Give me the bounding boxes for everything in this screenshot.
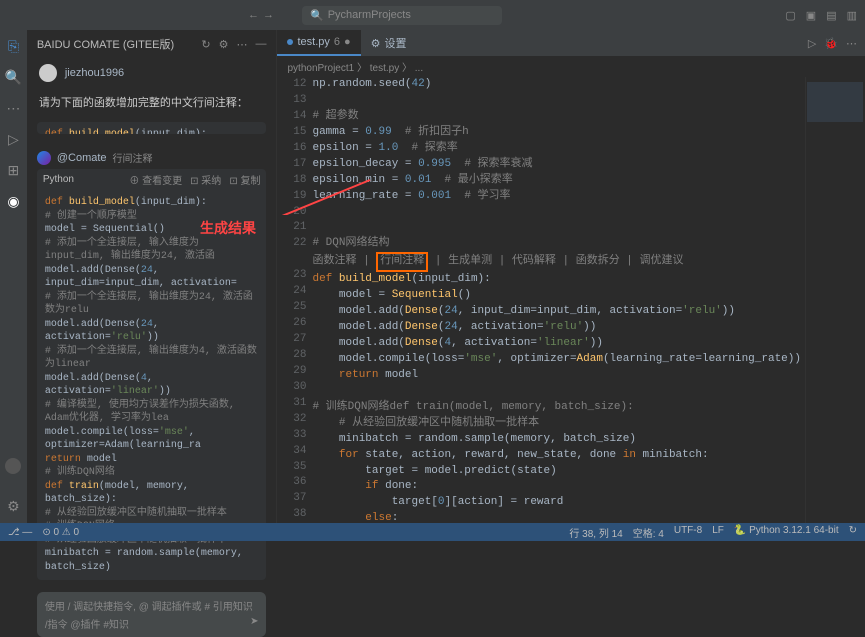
generated-code: def build_model(input_dim): # 创建一个顺序模型 m… — [37, 190, 267, 580]
nav-back-icon[interactable]: ← — [248, 9, 259, 21]
comate-action-tag: 行间注释 — [113, 150, 153, 165]
chat-tags: /指令 @插件 #知识 — [45, 616, 129, 631]
code-toolbar: Python ⊕ 查看变更 ⊡ 采纳 ⊡ 复制 — [37, 169, 267, 190]
encoding-status[interactable]: UTF-8 — [674, 525, 702, 540]
layout-icon-2[interactable]: ▣ — [806, 9, 816, 22]
user-avatar — [39, 64, 57, 82]
extensions-icon[interactable]: ⊞ — [8, 162, 20, 179]
explorer-icon[interactable]: ⎘ — [8, 38, 19, 55]
comate-avatar-icon — [37, 151, 51, 165]
gear-icon[interactable]: ⚙ — [219, 38, 229, 51]
apply-button[interactable]: ⊡ 采纳 — [190, 172, 221, 187]
comate-panel: BAIDU COMATE (GITEE版) ↻ ⚙ ⋯ — jiezhou199… — [27, 30, 278, 523]
prompt-text: 请为下面的函数增加完整的中文行间注释： — [27, 88, 277, 116]
panel-header: BAIDU COMATE (GITEE版) ↻ ⚙ ⋯ — — [27, 30, 277, 58]
minimap-thumb[interactable] — [807, 82, 863, 122]
user-info: jiezhou1996 — [27, 58, 277, 88]
refresh-icon[interactable]: ↻ — [201, 38, 210, 51]
eol-status[interactable]: LF — [712, 525, 724, 540]
cursor-position[interactable]: 行 38, 列 14 — [569, 525, 622, 540]
bookmark-icon[interactable]: ⋯ — [6, 100, 20, 117]
breadcrumb[interactable]: pythonProject1 〉 test.py 〉 ... — [277, 56, 865, 77]
branch-status[interactable]: ⎇ — — [8, 527, 32, 538]
settings-icon[interactable]: ⚙ — [7, 498, 20, 515]
indent-status[interactable]: 空格: 4 — [633, 525, 664, 540]
gear-icon: ⚙ — [371, 37, 381, 50]
debug-run-icon[interactable]: 🐞 — [824, 37, 838, 50]
chat-input[interactable]: 使用 / 调起快捷指令, @ 调起插件或 # 引用知识 /指令 @插件 #知识 … — [37, 592, 267, 637]
layout-icon-3[interactable]: ▤ — [826, 9, 836, 22]
layout-icon[interactable]: ▢ — [785, 9, 795, 22]
view-changes-button[interactable]: ⊕ 查看变更 — [129, 172, 182, 187]
more-icon[interactable]: ⋯ — [236, 38, 247, 51]
send-icon[interactable]: ➤ — [250, 616, 258, 631]
run-icon[interactable]: ▷ — [808, 37, 816, 50]
modified-dot-icon — [287, 39, 293, 45]
problems-status[interactable]: ⊙ 0 ⚠ 0 — [42, 527, 79, 538]
status-bar: ⎇ — ⊙ 0 ⚠ 0 行 38, 列 14 空格: 4 UTF-8 LF 🐍 … — [0, 523, 865, 541]
username: jiezhou1996 — [65, 67, 124, 79]
chat-placeholder: 使用 / 调起快捷指令, @ 调起插件或 # 引用知识 — [45, 598, 259, 613]
tab-count: 6 — [334, 36, 340, 48]
layout-icon-4[interactable]: ▥ — [847, 9, 857, 22]
annotation-label: 生成结果 — [200, 218, 256, 238]
language-label: Python — [43, 174, 74, 185]
editor-content[interactable]: 1213141516171819202122 23242526272829303… — [277, 77, 865, 523]
tab-label: 设置 — [385, 35, 407, 51]
close-icon[interactable]: ● — [344, 36, 351, 48]
search-activity-icon[interactable]: 🔍 — [5, 69, 22, 86]
project-label: PycharmProjects — [328, 9, 411, 21]
editor-tabs: test.py 6 ● ⚙ 设置 ▷ 🐞 ⋯ — [277, 30, 865, 56]
tab-filename: test.py — [297, 36, 329, 48]
more-run-icon[interactable]: ⋯ — [846, 37, 857, 50]
activity-bar: ⎘ 🔍 ⋯ ▷ ⊞ ◉ ⚙ — [0, 30, 27, 523]
interpreter-status[interactable]: 🐍 Python 3.12.1 64-bit — [734, 525, 839, 540]
refresh-status-icon[interactable]: ↻ — [849, 525, 857, 540]
search-input[interactable]: 🔍 PycharmProjects — [302, 6, 502, 25]
editor-area: test.py 6 ● ⚙ 设置 ▷ 🐞 ⋯ pythonProject1 〉 … — [277, 30, 865, 523]
search-icon: 🔍 — [310, 9, 324, 22]
annotation-arrow — [250, 175, 390, 215]
line-numbers: 1213141516171819202122 23242526272829303… — [277, 77, 312, 523]
tab-settings[interactable]: ⚙ 设置 — [361, 30, 417, 56]
nav-forward-icon[interactable]: → — [263, 9, 274, 21]
panel-title: BAIDU COMATE (GITEE版) — [37, 36, 174, 52]
comate-icon[interactable]: ◉ — [7, 193, 19, 210]
comate-name: @Comate — [57, 152, 107, 164]
account-avatar[interactable] — [5, 458, 21, 474]
code-preview: def build_model(input_dim): model = Sequ… — [37, 122, 267, 134]
tab-testpy[interactable]: test.py 6 ● — [277, 30, 360, 56]
collapse-icon[interactable]: — — [255, 38, 266, 51]
minimap[interactable] — [805, 77, 865, 523]
title-bar: ← → 🔍 PycharmProjects ▢ ▣ ▤ ▥ — [0, 0, 865, 30]
debug-icon[interactable]: ▷ — [8, 131, 19, 148]
